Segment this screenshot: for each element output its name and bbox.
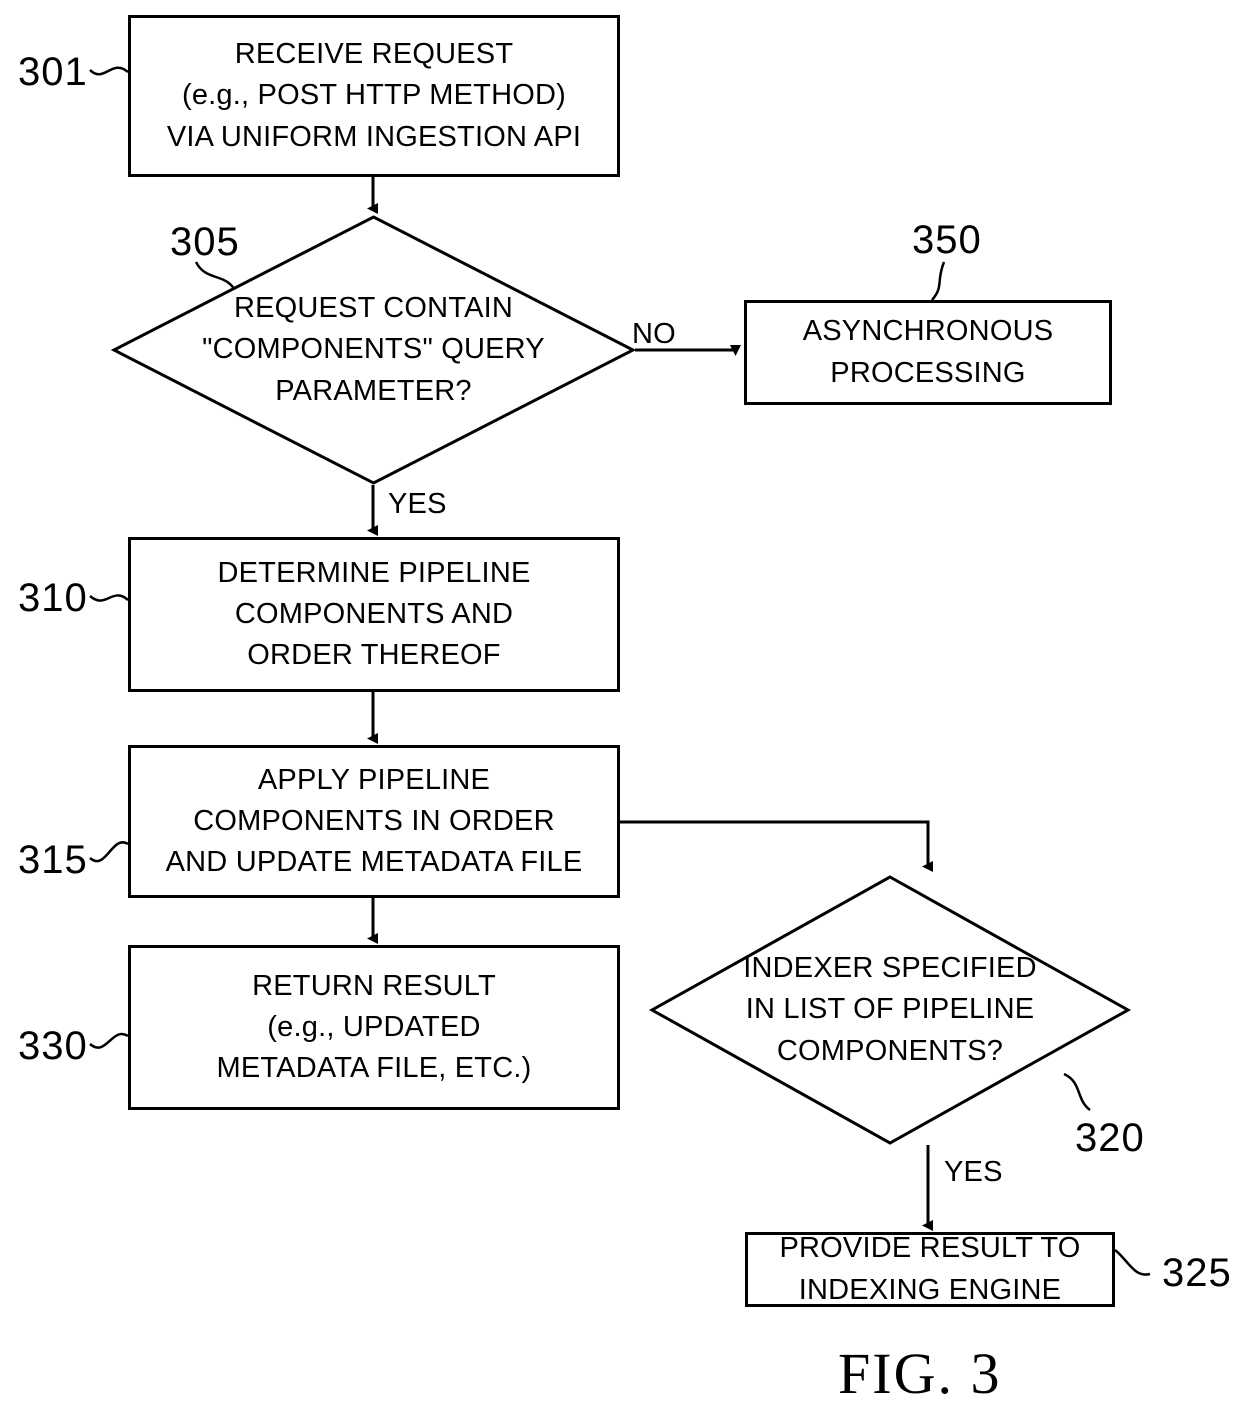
node-receive-request[interactable]: RECEIVE REQUEST (e.g., POST HTTP METHOD)… xyxy=(128,15,620,177)
ref-number-301: 301 xyxy=(18,50,88,94)
flowchart-connectors xyxy=(89,66,1151,1276)
ref-number-320: 320 xyxy=(1075,1116,1145,1160)
ref-number-305: 305 xyxy=(170,220,240,264)
node-determine-pipeline-components-label: DETERMINE PIPELINE COMPONENTS AND ORDER … xyxy=(217,556,531,672)
branch-label-yes-320: YES xyxy=(944,1156,1003,1188)
branch-label-yes-305: YES xyxy=(388,488,447,520)
ref-number-350: 350 xyxy=(912,218,982,262)
ref-number-315: 315 xyxy=(18,838,88,882)
leader-line-301 xyxy=(89,66,129,76)
leader-line-315 xyxy=(89,841,129,863)
node-receive-request-label: RECEIVE REQUEST (e.g., POST HTTP METHOD)… xyxy=(166,38,582,153)
connector-315-to-320 xyxy=(620,820,933,872)
figure-caption: FIG. 3 xyxy=(838,1341,1002,1406)
node-return-result-label: RETURN RESULT (e.g., UPDATED METADATA FI… xyxy=(216,969,532,1085)
leader-line-350 xyxy=(931,261,946,301)
ref-number-330: 330 xyxy=(18,1024,88,1068)
node-provide-result-to-indexing-engine[interactable]: PROVIDE RESULT TO INDEXING ENGINE xyxy=(745,1232,1115,1307)
node-provide-result-to-indexing-engine-label: PROVIDE RESULT TO INDEXING ENGINE xyxy=(779,1232,1081,1306)
leader-line-325 xyxy=(1114,1249,1151,1276)
branch-label-no-305: NO xyxy=(632,318,676,350)
node-asynchronous-processing-label: ASYNCHRONOUS PROCESSING xyxy=(802,315,1054,389)
node-indexer-specified-in-list-of-pipeline-components[interactable]: INDEXER SPECIFIED IN LIST OF PIPELINE CO… xyxy=(648,875,1132,1145)
ref-number-325: 325 xyxy=(1162,1251,1232,1295)
node-determine-pipeline-components[interactable]: DETERMINE PIPELINE COMPONENTS AND ORDER … xyxy=(128,537,620,692)
patent-figure-canvas: RECEIVE REQUEST (e.g., POST HTTP METHOD)… xyxy=(0,0,1240,1412)
ref-number-310: 310 xyxy=(18,576,88,620)
node-asynchronous-processing[interactable]: ASYNCHRONOUS PROCESSING xyxy=(744,300,1112,405)
leader-line-310 xyxy=(89,594,129,602)
node-320-label: INDEXER SPECIFIED IN LIST OF PIPELINE CO… xyxy=(743,952,1037,1067)
leader-line-330 xyxy=(89,1032,129,1049)
node-apply-pipeline-components-label: APPLY PIPELINE COMPONENTS IN ORDER AND U… xyxy=(165,763,583,879)
node-apply-pipeline-components[interactable]: APPLY PIPELINE COMPONENTS IN ORDER AND U… xyxy=(128,745,620,898)
node-return-result[interactable]: RETURN RESULT (e.g., UPDATED METADATA FI… xyxy=(128,945,620,1110)
